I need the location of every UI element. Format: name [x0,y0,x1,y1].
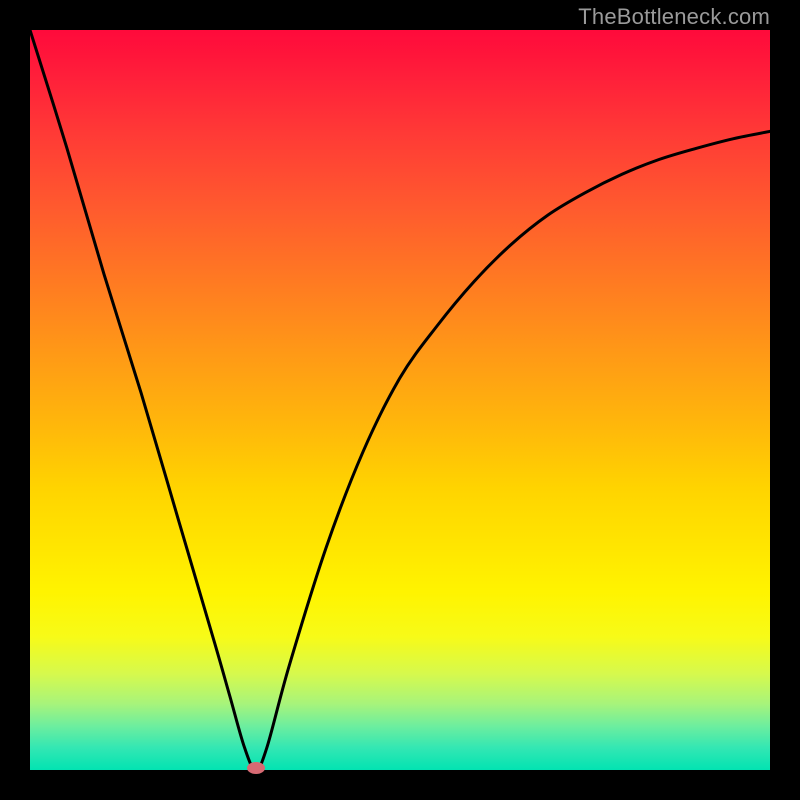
chart-frame: TheBottleneck.com [0,0,800,800]
plot-area [30,30,770,770]
curve-svg [30,30,770,770]
bottleneck-curve [30,30,770,770]
watermark-text: TheBottleneck.com [578,4,770,30]
optimum-marker [247,762,265,774]
